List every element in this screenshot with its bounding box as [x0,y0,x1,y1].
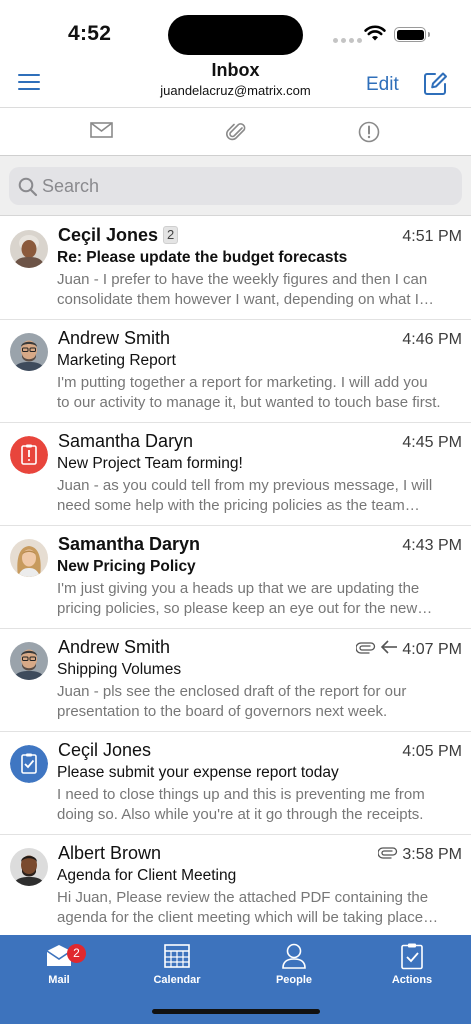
page-title: Inbox [211,60,260,80]
message-preview: Hi Juan, Please review the attached PDF … [57,889,429,926]
message-time: 4:51 PM [402,228,462,245]
message-preview: Juan - as you could tell from my previou… [57,477,433,514]
message-time: 4:46 PM [402,331,462,348]
battery-icon [394,27,430,42]
message-time: 4:05 PM [402,743,462,760]
edit-button[interactable]: Edit [366,74,399,96]
cellular-signal-icon [333,38,362,43]
avatar [10,230,48,268]
message-meta: 4:45 PM [402,434,462,452]
message-row[interactable]: Samantha Daryn 4:45 PM New Project Team … [0,423,471,526]
message-time: 4:45 PM [402,434,462,451]
message-subject: Marketing Report [57,352,176,369]
message-time: 4:43 PM [402,537,462,554]
message-subject: Please submit your expense report today [57,764,339,781]
tab-people[interactable]: People [235,942,353,997]
message-subject: Re: Please update the budget forecasts [57,249,348,266]
dynamic-island [168,15,303,55]
message-row[interactable]: Ceçil Jones 2 4:51 PM Re: Please update t… [0,217,471,320]
tab-calendar[interactable]: Calendar [118,942,236,997]
attachment-icon [355,641,376,659]
message-list: Ceçil Jones 2 4:51 PM Re: Please update t… [0,217,471,938]
tab-actions[interactable]: Actions [353,942,471,997]
filter-important-icon[interactable] [358,121,380,148]
calendar-icon [164,944,190,968]
sender-name: Andrew Smith [58,328,171,348]
thread-count: 2 [163,226,179,244]
message-row[interactable]: Samantha Daryn 4:43 PM New Pricing Polic… [0,526,471,629]
navigation-bar: Inbox juandelacruz@matrix.com Edit [0,58,471,108]
message-row[interactable]: Andrew Smith 4:46 PM Marketing Report I'… [0,320,471,423]
task-avatar-icon [10,745,48,783]
replied-arrow-icon [380,640,398,659]
message-preview: I need to close things up and this is pr… [57,786,425,823]
attachment-icon [377,846,398,864]
message-preview: I'm just giving you a heads up that we a… [57,580,420,617]
compose-icon[interactable] [423,71,448,101]
search-icon [18,177,38,202]
filter-bar [0,107,471,156]
tab-label: People [275,974,313,986]
tab-mail[interactable]: 2 Mail [0,942,118,997]
sender-name: Samantha Daryn [58,431,194,451]
status-bar: 4:52 [0,0,471,60]
sender-name: Andrew Smith [58,637,171,657]
message-subject: New Project Team forming! [57,455,243,472]
message-time: 4:07 PM [402,640,462,658]
message-subject: Agenda for Client Meeting [57,867,237,884]
avatar [10,333,48,371]
home-indicator [152,1009,320,1014]
status-time: 4:52 [68,22,112,45]
sender-name: Ceçil Jones 2 [58,225,179,246]
message-row[interactable]: Albert Brown 3:58 PM Agenda for Client M… [0,835,471,938]
message-meta: 4:05 PM [402,743,462,761]
message-meta: 4:43 PM [402,537,462,555]
avatar [10,539,48,577]
tab-label: Calendar [153,974,201,986]
tab-bar: 2 Mail Calendar People Actions [0,935,471,1024]
clipboard-check-icon [401,943,423,970]
search-box[interactable] [9,167,462,205]
message-preview: Juan - I prefer to have the weekly figur… [57,271,428,308]
message-subject: New Pricing Policy [57,558,196,575]
message-row[interactable]: Ceçil Jones 4:05 PM Please submit your e… [0,732,471,835]
message-row[interactable]: Andrew Smith 4:07 PM Shipping Volumes Ju… [0,629,471,732]
unread-badge: 2 [67,944,86,963]
filter-mail-icon[interactable] [90,121,113,144]
message-meta: 4:51 PM [402,228,462,246]
message-meta: 4:46 PM [402,331,462,349]
message-meta: 4:07 PM [355,640,462,659]
sender-name: Samantha Daryn [58,534,201,554]
message-time: 3:58 PM [402,846,462,863]
message-preview: I'm putting together a report for market… [57,374,441,411]
message-meta: 3:58 PM [377,846,462,864]
search-area [0,156,471,216]
avatar [10,848,48,886]
message-preview: Juan - pls see the enclosed draft of the… [57,683,407,720]
alert-avatar-icon [10,436,48,474]
sender-name: Ceçil Jones [58,740,152,760]
filter-attachment-icon[interactable] [225,121,247,148]
search-input[interactable] [42,167,452,205]
message-subject: Shipping Volumes [57,661,182,678]
account-email: juandelacruz@matrix.com [160,83,311,98]
wifi-icon [364,25,386,47]
tab-label: Mail [48,974,70,986]
avatar [10,642,48,680]
tab-label: Actions [391,974,433,986]
sender-name: Albert Brown [58,843,162,863]
person-icon [282,943,306,969]
